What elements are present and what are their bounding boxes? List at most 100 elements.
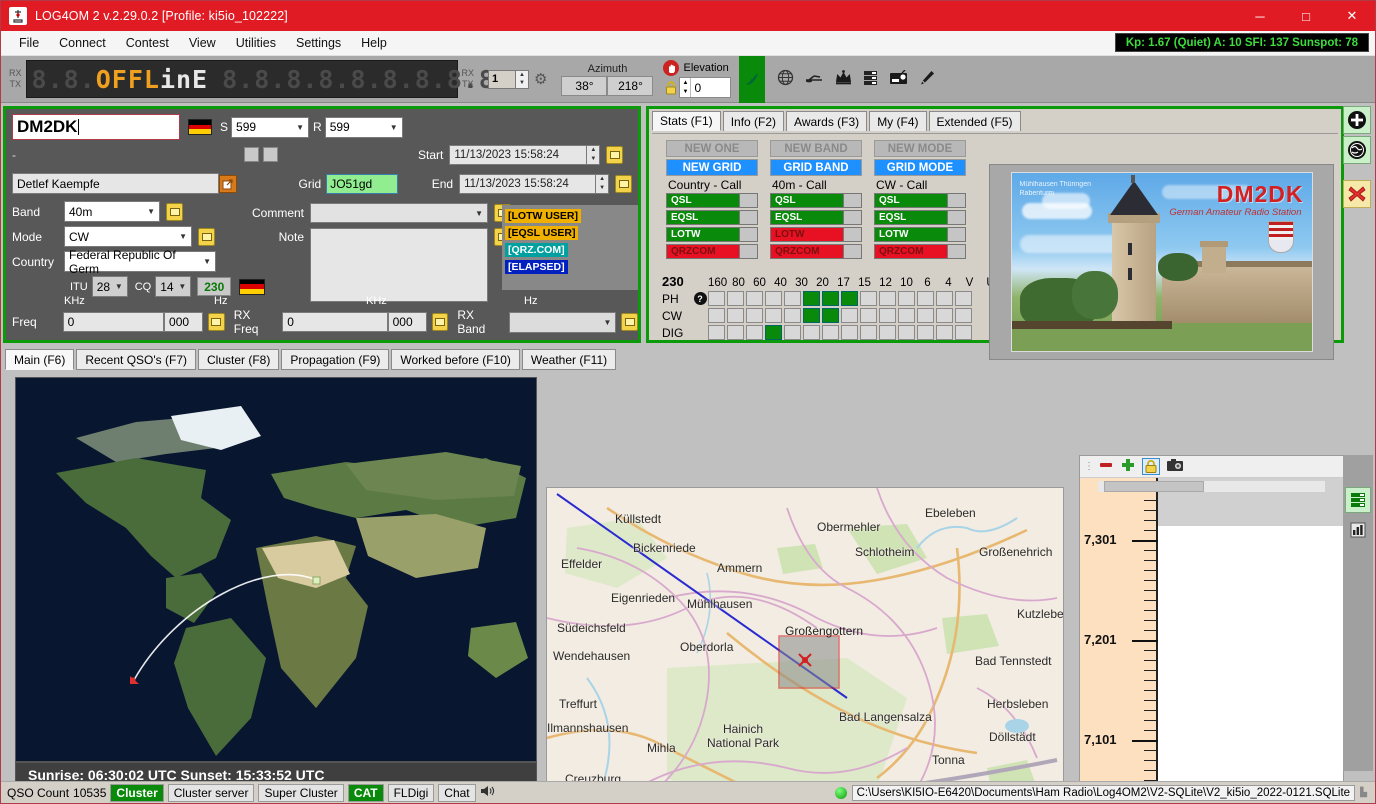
band-mode-cell[interactable] xyxy=(746,291,763,306)
band-mode-cell[interactable] xyxy=(727,291,744,306)
freq-hz-input[interactable]: 000 xyxy=(164,312,204,332)
grid-mode-button[interactable]: GRID MODE xyxy=(874,159,966,176)
band-mode-cell[interactable] xyxy=(879,325,896,340)
band-mode-cell[interactable] xyxy=(898,325,915,340)
band-mode-cell[interactable] xyxy=(936,291,953,306)
gear-icon[interactable]: ⚙ xyxy=(534,70,547,88)
tab-main[interactable]: Main (F6) xyxy=(5,349,75,370)
speaker-icon[interactable] xyxy=(480,784,496,801)
tab-info[interactable]: Info (F2) xyxy=(722,111,785,131)
status-cat[interactable]: CAT xyxy=(347,783,384,802)
qsl-sent-checkbox[interactable] xyxy=(244,147,259,162)
crown-icon[interactable] xyxy=(835,70,852,88)
rxband-lock-icon[interactable] xyxy=(621,313,638,331)
end-datetime-stepper[interactable]: ▲ ▼ xyxy=(596,173,610,194)
status-chat[interactable]: Chat xyxy=(438,783,476,802)
band-mode-cell[interactable] xyxy=(917,325,934,340)
radio-icon[interactable] xyxy=(889,69,908,88)
band-mode-cell[interactable] xyxy=(955,291,972,306)
external-link-icon[interactable] xyxy=(218,174,237,193)
callsign-input[interactable]: DM2DK xyxy=(12,114,180,140)
new-one-button[interactable]: NEW ONE xyxy=(666,140,758,157)
radio-number-input[interactable]: 1 xyxy=(488,69,517,89)
tab-worked-before[interactable]: Worked before (F10) xyxy=(391,349,520,370)
band-mode-cell[interactable] xyxy=(708,308,725,323)
band-lock-icon[interactable] xyxy=(166,202,183,221)
band-mode-cell[interactable] xyxy=(822,325,839,340)
band-mode-cell[interactable] xyxy=(784,308,801,323)
band-mode-cell[interactable] xyxy=(917,291,934,306)
band-mode-cell[interactable] xyxy=(765,291,782,306)
status-cluster[interactable]: Cluster xyxy=(110,783,164,802)
server-icon[interactable] xyxy=(863,70,878,89)
mode-combo[interactable]: CW ▼ xyxy=(64,226,192,247)
rxfreq-lock-icon[interactable] xyxy=(431,313,449,331)
band-mode-cell[interactable] xyxy=(841,308,858,323)
band-mode-cell[interactable] xyxy=(803,325,820,340)
end-lock-icon[interactable] xyxy=(615,174,632,193)
menu-utilities[interactable]: Utilities xyxy=(226,33,286,53)
new-mode-button[interactable]: NEW MODE xyxy=(874,140,966,157)
remove-icon[interactable] xyxy=(1098,458,1114,475)
end-datetime-input[interactable]: 11/13/2023 15:58:24 xyxy=(459,173,597,194)
band-combo[interactable]: 40m ▼ xyxy=(64,201,160,222)
maximize-button[interactable]: □ xyxy=(1283,1,1329,31)
band-mode-cell[interactable] xyxy=(879,308,896,323)
band-mode-cell[interactable] xyxy=(746,308,763,323)
band-mode-cell[interactable] xyxy=(860,291,877,306)
new-grid-button[interactable]: NEW GRID xyxy=(666,159,758,176)
band-mode-cell[interactable] xyxy=(898,308,915,323)
scope-horizontal-scrollbar[interactable]: ‹ › xyxy=(1080,478,1343,493)
operator-name-input[interactable]: Detlef Kaempfe xyxy=(12,173,219,194)
resize-grip-icon[interactable]: ▙ xyxy=(1360,787,1367,798)
band-mode-cell[interactable] xyxy=(955,308,972,323)
rxfreq-hz-input[interactable]: 000 xyxy=(387,312,427,332)
statistics-chart-icon[interactable] xyxy=(1345,517,1371,543)
elevation-stepper[interactable]: ▲ ▼ xyxy=(680,78,692,97)
band-mode-cell[interactable] xyxy=(708,325,725,340)
new-band-button[interactable]: NEW BAND xyxy=(770,140,862,157)
sent-rst-combo[interactable]: 599 ▼ xyxy=(231,116,310,138)
spot-plot-area[interactable]: KC4ZGPCWWP4TZK-WU6XCWKD9CKCW4W8XCW xyxy=(1158,478,1343,803)
start-lock-icon[interactable] xyxy=(606,145,624,164)
qsl-received-checkbox[interactable] xyxy=(263,147,278,162)
menu-file[interactable]: File xyxy=(9,33,49,53)
freq-lock-icon[interactable] xyxy=(208,313,225,331)
tab-my[interactable]: My (F4) xyxy=(869,111,927,131)
itu-combo[interactable]: 28 ▼ xyxy=(91,276,128,297)
mode-lock-icon[interactable] xyxy=(198,227,215,246)
signal-icon[interactable] xyxy=(739,55,766,103)
logbook-icon[interactable] xyxy=(1345,487,1371,513)
globe-icon[interactable] xyxy=(777,69,794,89)
band-mode-cell[interactable] xyxy=(860,325,877,340)
band-mode-cell[interactable] xyxy=(841,325,858,340)
start-datetime-input[interactable]: 11/13/2023 15:58:24 xyxy=(449,144,588,165)
band-mode-cell[interactable] xyxy=(917,308,934,323)
grid-band-button[interactable]: GRID BAND xyxy=(770,159,862,176)
help-icon[interactable]: ? xyxy=(692,292,708,305)
lock-icon[interactable] xyxy=(1142,458,1160,475)
tab-awards[interactable]: Awards (F3) xyxy=(786,111,868,131)
status-fldigi[interactable]: FLDigi xyxy=(387,783,435,802)
freq-khz-input[interactable]: 0 xyxy=(62,312,165,332)
band-mode-cell[interactable] xyxy=(841,291,858,306)
tab-propagation[interactable]: Propagation (F9) xyxy=(281,349,390,370)
band-mode-cell[interactable] xyxy=(746,325,763,340)
band-mode-cell[interactable] xyxy=(803,308,820,323)
menu-connect[interactable]: Connect xyxy=(49,33,116,53)
elevation-lock-icon[interactable] xyxy=(663,78,679,98)
band-mode-cell[interactable] xyxy=(955,325,972,340)
drag-handle-icon[interactable]: ⋮ xyxy=(1084,461,1094,472)
antenna-icon[interactable] xyxy=(805,71,824,88)
world-map[interactable] xyxy=(15,377,537,762)
band-mode-cell[interactable] xyxy=(898,291,915,306)
band-mode-cell[interactable] xyxy=(765,325,782,340)
band-mode-cell[interactable] xyxy=(727,325,744,340)
add-icon[interactable] xyxy=(1120,457,1136,476)
tab-stats[interactable]: Stats (F1) xyxy=(652,111,721,131)
tab-recent-qsos[interactable]: Recent QSO's (F7) xyxy=(76,349,196,370)
comment-combo[interactable]: ▼ xyxy=(310,203,488,223)
tab-extended[interactable]: Extended (F5) xyxy=(928,111,1021,131)
clear-qso-button[interactable] xyxy=(1343,180,1371,208)
local-map[interactable]: Küllstedt Obermehler Ebeleben Bickenriede Ef… xyxy=(546,487,1064,803)
